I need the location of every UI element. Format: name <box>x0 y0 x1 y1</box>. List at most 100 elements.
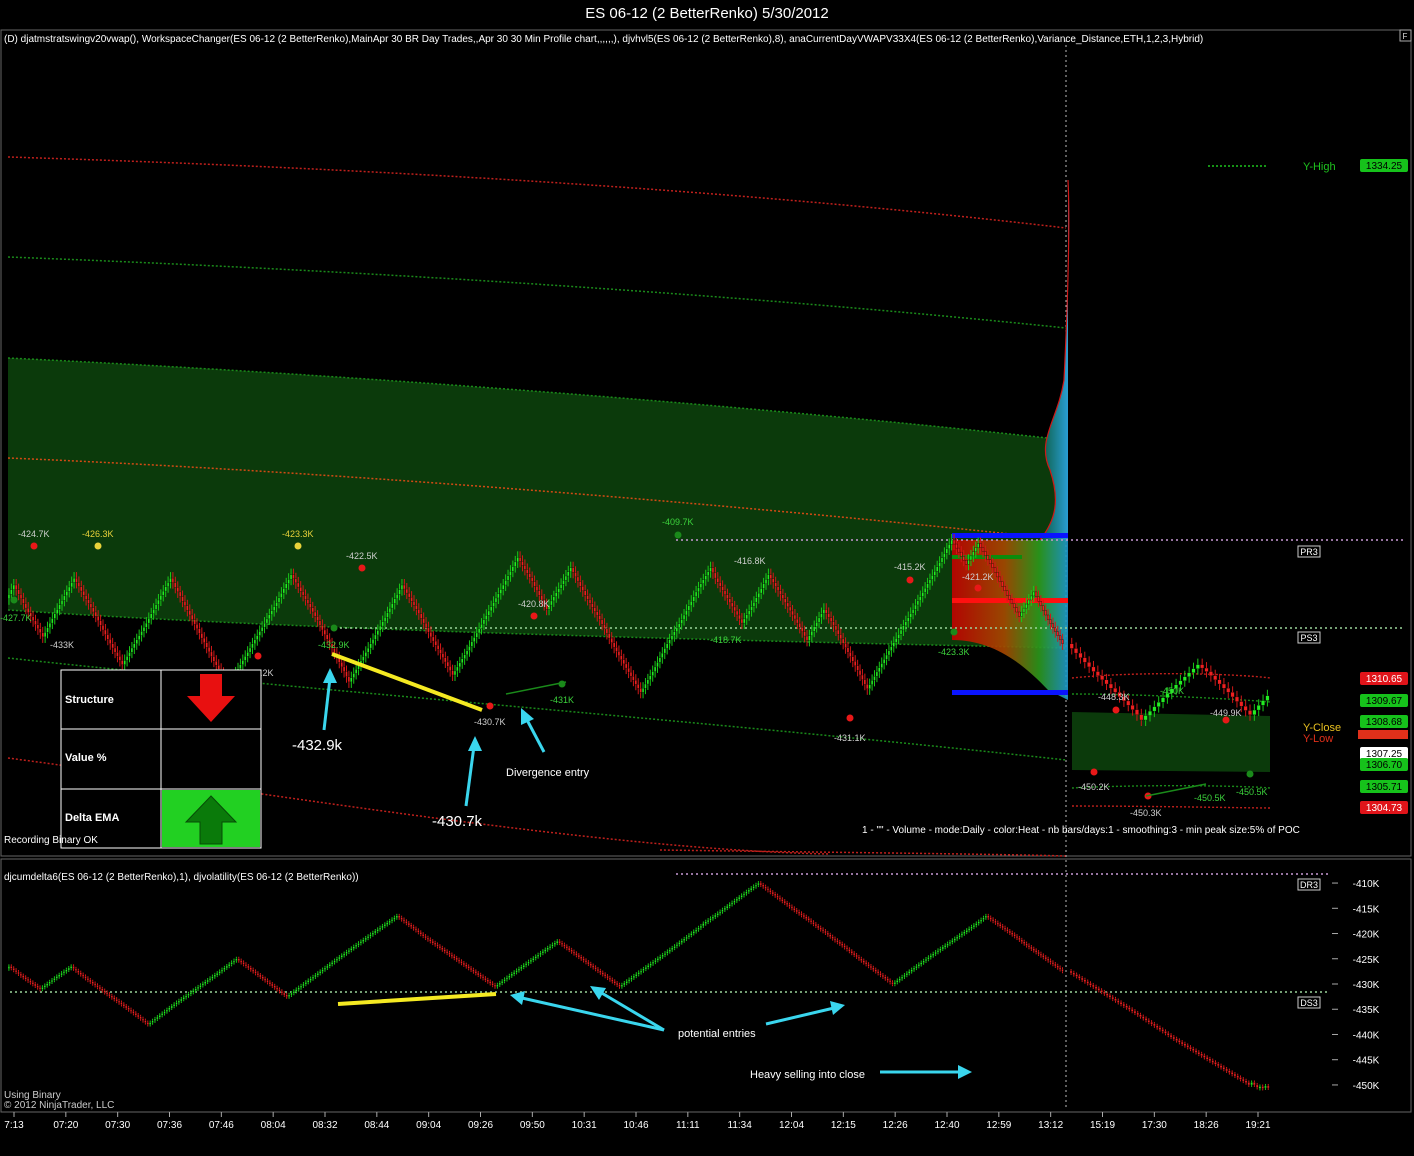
candle-body <box>326 965 329 969</box>
candle-body <box>137 1014 140 1018</box>
y-tick-label: -435K <box>1353 1005 1380 1016</box>
candle-body <box>142 627 146 632</box>
candle-body <box>1204 667 1209 672</box>
candle-body <box>180 998 183 1002</box>
candle-body <box>405 588 408 594</box>
candle-body <box>410 924 413 928</box>
candle-body <box>1265 695 1270 701</box>
candle-body <box>790 906 793 909</box>
candle-body <box>826 932 829 936</box>
candle-body <box>87 599 90 604</box>
candle-body <box>663 648 666 654</box>
candle-body <box>301 591 305 596</box>
candle-body <box>622 659 625 665</box>
candle-body <box>812 922 815 925</box>
candle-body <box>362 656 365 661</box>
candle-body <box>575 953 578 956</box>
candle-body <box>31 982 34 985</box>
candle-body <box>468 646 471 651</box>
swing-dot <box>1090 768 1098 776</box>
candle-body <box>318 620 322 626</box>
candle-body <box>381 621 384 627</box>
annotation-heavy-selling: Heavy selling into close <box>750 1069 865 1081</box>
candle-body <box>884 976 887 979</box>
candle-body <box>510 973 513 977</box>
swing-dot <box>10 596 18 604</box>
candle-body <box>1258 1086 1262 1089</box>
candle-body <box>974 547 977 552</box>
swing-dot <box>294 542 302 550</box>
candle-body <box>572 567 575 573</box>
candle-body <box>474 971 477 974</box>
candle-body <box>251 643 254 649</box>
candle-body <box>668 639 671 644</box>
candle-body <box>687 605 690 611</box>
candle-body <box>455 957 458 961</box>
candle-body <box>1046 614 1050 620</box>
candle-body <box>711 916 714 919</box>
candle-body <box>690 933 693 936</box>
candle-body <box>754 884 758 887</box>
candle-body <box>856 665 859 671</box>
candle-body <box>1169 1034 1173 1038</box>
candle-body <box>581 586 584 591</box>
candle-body <box>678 623 681 628</box>
candle-body <box>635 974 638 977</box>
swing-dot <box>674 531 682 539</box>
candle-body <box>1243 706 1248 711</box>
candle-body <box>147 618 150 624</box>
candle-body <box>343 953 346 956</box>
candle-body <box>201 983 204 986</box>
candle-body <box>783 900 786 904</box>
candle-body <box>191 614 194 620</box>
candle-body <box>7 966 10 970</box>
candle-body <box>36 985 39 988</box>
candle-body <box>62 971 66 974</box>
candle-body <box>752 602 756 607</box>
candle-body <box>46 983 49 986</box>
candle-body <box>434 942 437 945</box>
candle-body <box>443 949 446 952</box>
candle-body <box>187 993 190 996</box>
candle-body <box>1205 1057 1209 1060</box>
candle-body <box>528 573 531 578</box>
candle-body <box>786 902 789 906</box>
candle-body <box>931 575 934 580</box>
candle-body <box>199 985 202 988</box>
candle-body <box>589 963 592 966</box>
candle-body <box>359 941 362 944</box>
candle-body <box>85 595 88 600</box>
candle-body <box>1189 1046 1192 1050</box>
candle-body <box>504 580 507 586</box>
candle-body <box>989 559 992 564</box>
candle-body <box>350 948 353 951</box>
candle-body <box>450 954 453 957</box>
candle-body <box>386 612 389 618</box>
candle-body <box>742 893 746 896</box>
candle-body <box>967 559 970 565</box>
candle-body <box>458 662 461 668</box>
candle-body <box>682 614 686 620</box>
candle-body <box>972 924 975 928</box>
candle-body <box>68 586 71 592</box>
candle-body <box>451 670 454 676</box>
candle-body <box>34 983 37 987</box>
candle-body <box>182 997 185 1000</box>
candle-body <box>41 632 44 638</box>
divergence-line-delta <box>337 992 497 1006</box>
candle-body <box>74 968 77 972</box>
candle-body <box>335 958 339 961</box>
chart-area[interactable]: F (D) djatmstratswingv20vwap(), Workspac… <box>0 28 1414 1156</box>
candle-body <box>133 643 136 649</box>
candle-body <box>419 932 422 935</box>
candle-body <box>733 606 736 612</box>
candle-body <box>745 614 748 620</box>
swing-dot <box>1112 706 1120 714</box>
candle-body <box>121 660 124 665</box>
candle-body <box>618 984 621 987</box>
candle-body <box>304 595 307 600</box>
candle-body <box>801 627 804 632</box>
candle-body <box>781 594 784 599</box>
candle-body <box>839 634 842 640</box>
candle-body <box>692 596 695 602</box>
